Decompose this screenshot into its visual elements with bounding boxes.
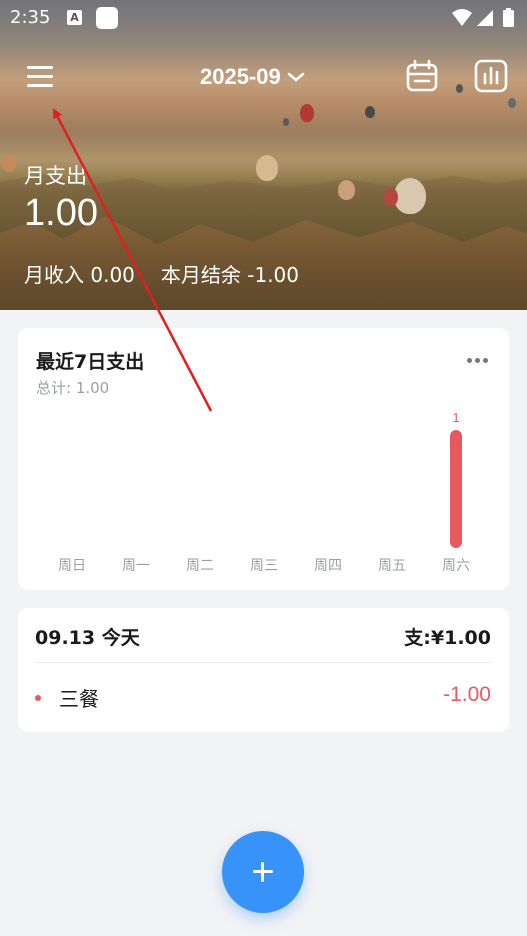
chart-tick-label: 周四 [314,558,342,574]
weekly-bar-chart: 周日 周一 周二 周三 周四 周五 1 周六 [58,410,470,574]
more-icon-dot [483,357,488,363]
balloon [338,180,355,200]
record-name[interactable]: 三餐 [59,683,99,712]
more-button[interactable] [467,354,491,366]
chart-tick-label: 周日 [58,558,86,574]
balloon [456,84,463,93]
menu-button[interactable] [24,60,58,94]
record-amount[interactable]: -1.00 [443,683,491,707]
category-dot [35,695,41,701]
month-label: 2025-09 [200,64,281,89]
header-banner: 2:35 A 2025-09 月支出 1.00 月收入 0.00 本月结余 -1… [0,0,527,310]
weekly-total: 总计: 1.00 [36,379,110,397]
status-time: 2:35 [10,7,51,28]
status-bar: 2:35 A [0,0,527,36]
signal-icon [477,10,493,26]
balloon [2,154,16,172]
app-icon [96,7,118,29]
divider [35,662,492,663]
calendar-icon [406,59,438,92]
balloon [508,98,516,108]
more-icon-dot [467,357,472,363]
weekly-expense-card[interactable]: 最近7日支出 总计: 1.00 周日 周一 周二 周三 周四 周五 1 周六 [18,328,509,590]
more-icon-dot [475,357,480,363]
stats-button[interactable] [473,58,509,94]
add-record-button[interactable] [222,831,304,913]
balloon [394,178,426,214]
chart-bar [450,430,462,548]
balloon [384,188,398,206]
month-picker[interactable]: 2025-09 [200,60,330,94]
battery-icon [503,10,514,27]
wifi-icon [452,9,472,26]
chart-tick-label: 周三 [250,558,278,574]
month-summary: 月收入 0.00 本月结余 -1.00 [24,259,299,288]
day-record-card[interactable]: 09.13 今天 支:¥1.00 三餐 -1.00 [18,608,509,732]
accessibility-icon: A [67,10,82,25]
chevron-down-icon [287,72,305,82]
day-total: 支:¥1.00 [404,627,491,649]
balloon [283,118,289,126]
chart-data-label: 1 [452,410,459,425]
day-date: 09.13 今天 [35,627,140,649]
balloon [300,104,314,122]
month-income: 月收入 0.00 [24,263,135,287]
stats-icon [474,59,508,93]
chart-tick-label: 周五 [378,558,406,574]
calendar-button[interactable] [404,58,440,94]
chart-tick-label: 周一 [122,558,150,574]
balloon [256,155,278,181]
balloon [365,106,375,118]
system-status-icons [452,8,514,27]
month-expense-value: 1.00 [24,192,98,234]
month-balance: 本月结余 -1.00 [160,263,299,287]
chart-tick-label: 周六 [442,558,470,574]
month-expense-label: 月支出 [24,164,87,188]
weekly-title: 最近7日支出 [36,351,145,373]
chart-tick-label: 周二 [186,558,214,574]
